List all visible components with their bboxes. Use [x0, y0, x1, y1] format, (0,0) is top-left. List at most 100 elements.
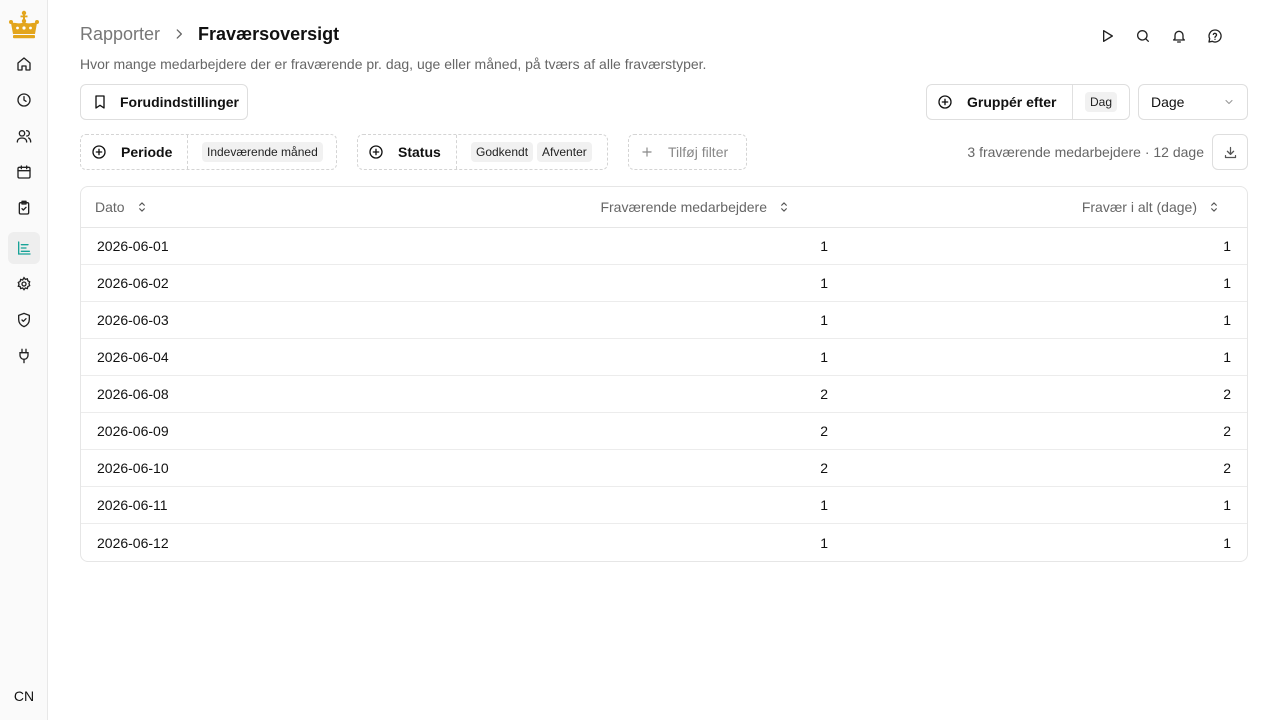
shield-check-icon — [18, 312, 30, 328]
avatar[interactable]: CN — [7, 680, 41, 712]
help-button[interactable] — [1206, 24, 1224, 48]
home-icon — [17, 57, 31, 71]
cell-date: 2026-06-03 — [97, 312, 169, 328]
cell-total-days: 1 — [1223, 349, 1231, 365]
cell-absent-employees: 1 — [820, 497, 828, 513]
sort-icon — [138, 202, 145, 212]
sidebar-item-users[interactable] — [8, 120, 40, 152]
cell-date: 2026-06-09 — [97, 423, 169, 439]
table-row[interactable]: 2026-06-01 1 1 — [81, 228, 1247, 265]
calendar-icon — [17, 165, 31, 179]
table-row[interactable]: 2026-06-09 2 2 — [81, 413, 1247, 450]
status-filter-label: Status — [398, 144, 441, 160]
cell-absent-employees: 1 — [820, 312, 828, 328]
group-by-value[interactable]: Dag — [1073, 92, 1129, 112]
bookmark-icon — [95, 95, 105, 109]
table-header: Dato Fraværende medarbejdere Fravær i al… — [81, 187, 1247, 228]
plus-icon — [642, 147, 652, 157]
breadcrumb-parent-link[interactable]: Rapporter — [80, 24, 160, 45]
period-filter[interactable]: Periode Indeværende måned — [80, 134, 337, 170]
table-row[interactable]: 2026-06-03 1 1 — [81, 302, 1247, 339]
cell-total-days: 2 — [1223, 386, 1231, 402]
cell-total-days: 2 — [1223, 423, 1231, 439]
cell-total-days: 2 — [1223, 460, 1231, 476]
sort-icon — [1211, 202, 1217, 212]
cell-date: 2026-06-11 — [97, 497, 168, 513]
status-value-chip: Afventer — [537, 142, 592, 162]
cell-date: 2026-06-12 — [97, 534, 169, 551]
period-filter-label: Periode — [121, 144, 173, 160]
table-row[interactable]: 2026-06-08 2 2 — [81, 376, 1247, 413]
sidebar-item-settings[interactable] — [8, 268, 40, 300]
absence-table: Dato Fraværende medarbejdere Fravær i al… — [80, 186, 1248, 562]
cell-total-days: 1 — [1223, 275, 1231, 291]
group-by-label: Gruppér efter — [967, 94, 1057, 110]
summary-text: 3 fraværende medarbejdere · 12 dage — [967, 144, 1204, 160]
download-button[interactable] — [1212, 134, 1248, 170]
status-value-chip: Godkendt — [471, 142, 534, 162]
cell-absent-employees: 2 — [820, 423, 828, 439]
add-filter-button[interactable]: Tilføj filter — [628, 134, 747, 170]
chevron-down-icon — [1225, 99, 1233, 105]
table-row[interactable]: 2026-06-04 1 1 — [81, 339, 1247, 376]
column-header-label: Fraværende medarbejdere — [600, 199, 767, 215]
gear-icon — [17, 276, 31, 291]
breadcrumb: Rapporter Fraværsoversigt — [80, 22, 339, 46]
page-title: Fraværsoversigt — [198, 23, 340, 44]
cell-absent-employees: 1 — [820, 275, 828, 291]
cell-absent-employees: 2 — [820, 386, 828, 402]
sidebar-item-reports[interactable] — [8, 232, 40, 264]
presets-label: Forudindstillinger — [120, 94, 239, 110]
cell-absent-employees: 1 — [820, 349, 828, 365]
period-filter-button[interactable]: Periode — [81, 135, 188, 169]
cell-total-days: 1 — [1223, 312, 1231, 328]
status-filter-values: Godkendt Afventer — [457, 142, 602, 162]
table-row[interactable]: 2026-06-12 1 1 — [81, 524, 1247, 561]
add-filter-label: Tilføj filter — [668, 144, 729, 160]
group-by-chip: Dag — [1084, 92, 1117, 112]
sidebar-item-calendar[interactable] — [8, 156, 40, 188]
search-icon — [1137, 30, 1149, 42]
cell-date: 2026-06-02 — [97, 275, 169, 291]
sidebar: CN — [0, 0, 48, 720]
plus-circle-icon — [369, 145, 383, 159]
status-filter[interactable]: Status Godkendt Afventer — [357, 134, 608, 170]
sidebar-item-integrations[interactable] — [8, 340, 40, 372]
chevron-right-icon — [172, 27, 186, 41]
crown-logo-icon[interactable] — [7, 9, 41, 41]
play-button[interactable] — [1098, 24, 1116, 48]
plus-circle-icon — [938, 95, 952, 109]
cell-absent-employees: 1 — [820, 238, 828, 254]
cell-date: 2026-06-04 — [97, 349, 169, 365]
sidebar-item-time[interactable] — [8, 84, 40, 116]
unit-select[interactable]: Dage — [1138, 84, 1248, 120]
cell-absent-employees: 2 — [820, 460, 828, 476]
group-by-button[interactable]: Gruppér efter — [927, 85, 1073, 119]
column-header-total-days[interactable]: Fravær i alt (dage) — [821, 187, 1247, 227]
period-filter-values: Indeværende måned — [188, 142, 333, 162]
unit-select-value: Dage — [1151, 94, 1185, 110]
column-header-date[interactable]: Dato — [81, 187, 501, 227]
presets-button[interactable]: Forudindstillinger — [80, 84, 248, 120]
sidebar-item-security[interactable] — [8, 304, 40, 336]
top-actions — [1098, 24, 1224, 48]
column-header-absent-employees[interactable]: Fraværende medarbejdere — [501, 187, 821, 227]
table-row[interactable]: 2026-06-10 2 2 — [81, 450, 1247, 487]
bell-icon — [1173, 30, 1185, 43]
plus-circle-icon — [92, 145, 106, 159]
table-row[interactable]: 2026-06-11 1 1 — [81, 487, 1247, 524]
status-filter-button[interactable]: Status — [358, 135, 457, 169]
table-row[interactable]: 2026-06-02 1 1 — [81, 265, 1247, 302]
help-chat-icon — [1208, 29, 1222, 43]
sidebar-item-tasks[interactable] — [8, 192, 40, 224]
search-button[interactable] — [1134, 24, 1152, 48]
notifications-button[interactable] — [1170, 24, 1188, 48]
period-value-chip: Indeværende måned — [202, 142, 323, 162]
cell-total-days: 1 — [1223, 238, 1231, 254]
sidebar-item-home[interactable] — [8, 48, 40, 80]
cell-date: 2026-06-08 — [97, 386, 169, 402]
cell-date: 2026-06-01 — [97, 238, 169, 254]
cell-total-days: 1 — [1223, 497, 1231, 513]
play-icon — [1103, 30, 1113, 42]
reports-icon — [18, 241, 31, 255]
